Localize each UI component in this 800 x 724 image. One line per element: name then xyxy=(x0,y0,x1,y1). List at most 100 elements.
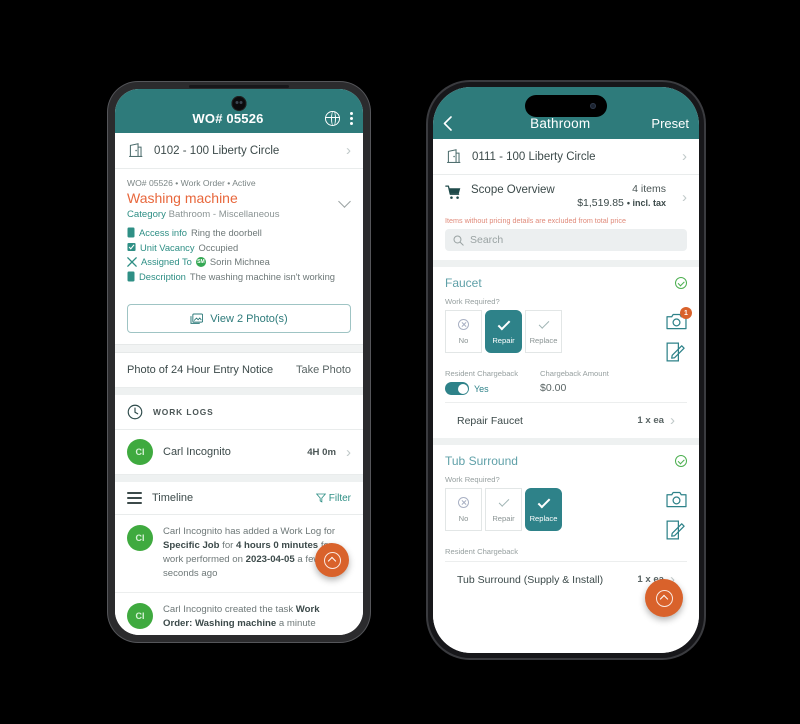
scope-overview-label: Scope Overview xyxy=(471,184,555,196)
line-item-qty: 1 x ea xyxy=(637,415,664,426)
section-title: Faucet xyxy=(445,276,482,290)
section-header: Tub Surround xyxy=(445,454,687,468)
page-title: Bathroom xyxy=(530,116,591,131)
line-item-name: Tub Surround (Supply & Install) xyxy=(457,573,604,586)
section-divider xyxy=(115,344,363,353)
filter-button[interactable]: Filter xyxy=(315,493,351,504)
option-replace[interactable]: Replace xyxy=(525,488,562,531)
view-photos-button[interactable]: View 2 Photo(s) xyxy=(127,304,351,333)
edit-icon[interactable] xyxy=(666,520,686,540)
work-log-duration: 4H 0m xyxy=(307,446,336,458)
assignee-avatar: SM xyxy=(195,256,206,267)
check-icon xyxy=(537,495,550,509)
camera-button[interactable]: 1 xyxy=(666,307,692,335)
scope-price-suffix: • incl. tax xyxy=(626,198,666,208)
detail-unit-vacancy: Unit Vacancy Occupied xyxy=(127,242,351,253)
back-button[interactable] xyxy=(443,116,469,131)
work-required-label: Work Required? xyxy=(445,297,500,306)
work-required-options: No Repair Replace xyxy=(445,488,687,540)
scroll-to-top-fab[interactable] xyxy=(315,543,349,577)
work-order-summary: WO# 05526 • Work Order • Active Washing … xyxy=(115,169,363,295)
building-icon xyxy=(447,149,461,163)
chargeback-row: Resident Chargeback Yes Chargeback Amoun… xyxy=(445,369,687,395)
avatar: CI xyxy=(127,602,153,629)
check-circle-icon xyxy=(675,455,687,467)
work-logs-title: WORK LOGS xyxy=(153,407,214,417)
scope-overview-row[interactable]: Scope Overview 4 items $1,519.85 • incl.… xyxy=(433,175,699,216)
cart-icon xyxy=(445,185,461,199)
detail-label: Unit Vacancy xyxy=(140,241,195,253)
search-input[interactable]: Search xyxy=(445,229,687,251)
detail-value: The washing machine isn't working xyxy=(189,270,335,282)
note-icon xyxy=(127,227,135,238)
timeline-item[interactable]: CI Carl Incognito created the task Work … xyxy=(115,593,363,635)
check-icon xyxy=(538,318,549,331)
search-icon xyxy=(453,235,464,246)
camera-button[interactable] xyxy=(666,490,687,513)
option-label: Replace xyxy=(529,336,558,345)
camera-photo-count-badge: 1 xyxy=(680,307,692,319)
detail-label: Assigned To xyxy=(141,256,192,267)
chargeback-toggle[interactable] xyxy=(445,382,469,395)
property-address: 0102 - 100 Liberty Circle xyxy=(154,144,280,157)
chevron-right-icon: › xyxy=(346,443,351,461)
category-label: Category xyxy=(127,209,166,220)
chargeback-toggle-label: Yes xyxy=(474,383,489,394)
chevron-right-icon: › xyxy=(670,412,675,429)
chargeback-toggle-wrap[interactable]: Yes xyxy=(445,382,518,395)
option-label: No xyxy=(458,336,469,345)
funnel-icon xyxy=(315,493,326,503)
checkbox-icon xyxy=(127,242,136,252)
detail-description: Description The washing machine isn't wo… xyxy=(127,271,351,282)
x-circle-icon xyxy=(458,496,469,509)
scroll-to-top-fab[interactable] xyxy=(645,579,683,617)
chevron-up-circle-icon xyxy=(655,589,673,607)
option-replace[interactable]: Replace xyxy=(525,310,562,353)
dynamic-island xyxy=(525,95,607,117)
work-required-label: Work Required? xyxy=(445,475,500,484)
option-group: No Repair Replace xyxy=(445,488,562,531)
preset-button[interactable]: Preset xyxy=(651,116,689,131)
section-tub-surround: Tub Surround Work Required? No Repair Re… xyxy=(433,445,699,597)
detail-label: Description xyxy=(139,270,186,282)
work-log-entry[interactable]: CI Carl Incognito 4H 0m › xyxy=(115,430,363,475)
take-photo-button[interactable]: Take Photo xyxy=(296,364,351,376)
page-title: WO# 05526 xyxy=(192,111,264,126)
globe-icon[interactable] xyxy=(324,110,340,126)
option-no[interactable]: No xyxy=(445,310,482,353)
option-label: Repair xyxy=(492,514,515,523)
check-icon xyxy=(497,317,510,331)
work-required-options: No Repair Replace xyxy=(445,307,692,362)
section-action-icons: 1 xyxy=(666,307,692,362)
option-no[interactable]: No xyxy=(445,488,482,531)
resident-chargeback-field: Resident Chargeback Yes xyxy=(445,369,518,395)
edit-icon[interactable] xyxy=(666,342,686,362)
chevron-up-circle-icon xyxy=(323,551,341,569)
building-icon xyxy=(129,143,143,157)
option-repair[interactable]: Repair xyxy=(485,488,522,531)
scope-items-count: 4 items xyxy=(632,183,666,195)
property-row[interactable]: 0111 - 100 Liberty Circle › xyxy=(433,139,699,175)
entry-notice-row[interactable]: Photo of 24 Hour Entry Notice Take Photo xyxy=(115,353,363,388)
tools-icon xyxy=(127,256,137,267)
property-row[interactable]: 0102 - 100 Liberty Circle › xyxy=(115,133,363,169)
timeline-text: Carl Incognito created the task Work Ord… xyxy=(163,603,320,629)
option-repair[interactable]: Repair xyxy=(485,310,522,353)
work-logs-header: WORK LOGS xyxy=(115,395,363,430)
android-phone-mockup: chevron-left-icon WO# 05526 0102 - 100 L… xyxy=(108,82,370,642)
kebab-menu-icon[interactable] xyxy=(350,111,353,126)
clock-icon xyxy=(127,404,143,420)
chargeback-amount-label: Chargeback Amount xyxy=(540,369,609,378)
option-label: Replace xyxy=(529,514,558,523)
chevron-right-icon: › xyxy=(346,142,351,159)
timeline-header: Timeline Filter xyxy=(115,482,363,515)
scope-price-value: $1,519.85 xyxy=(577,197,624,209)
section-divider xyxy=(115,475,363,482)
property-address: 0111 - 100 Liberty Circle xyxy=(472,150,596,163)
right-scroll-body[interactable]: 0111 - 100 Liberty Circle › Scope Overvi… xyxy=(433,139,699,653)
x-circle-icon xyxy=(458,318,469,331)
pricing-note: Items without pricing details are exclud… xyxy=(445,216,626,225)
detail-value: Ring the doorbell xyxy=(190,227,262,238)
entry-notice-label: Photo of 24 Hour Entry Notice xyxy=(127,364,274,376)
line-item-row[interactable]: Repair Faucet 1 x ea › xyxy=(445,402,687,438)
